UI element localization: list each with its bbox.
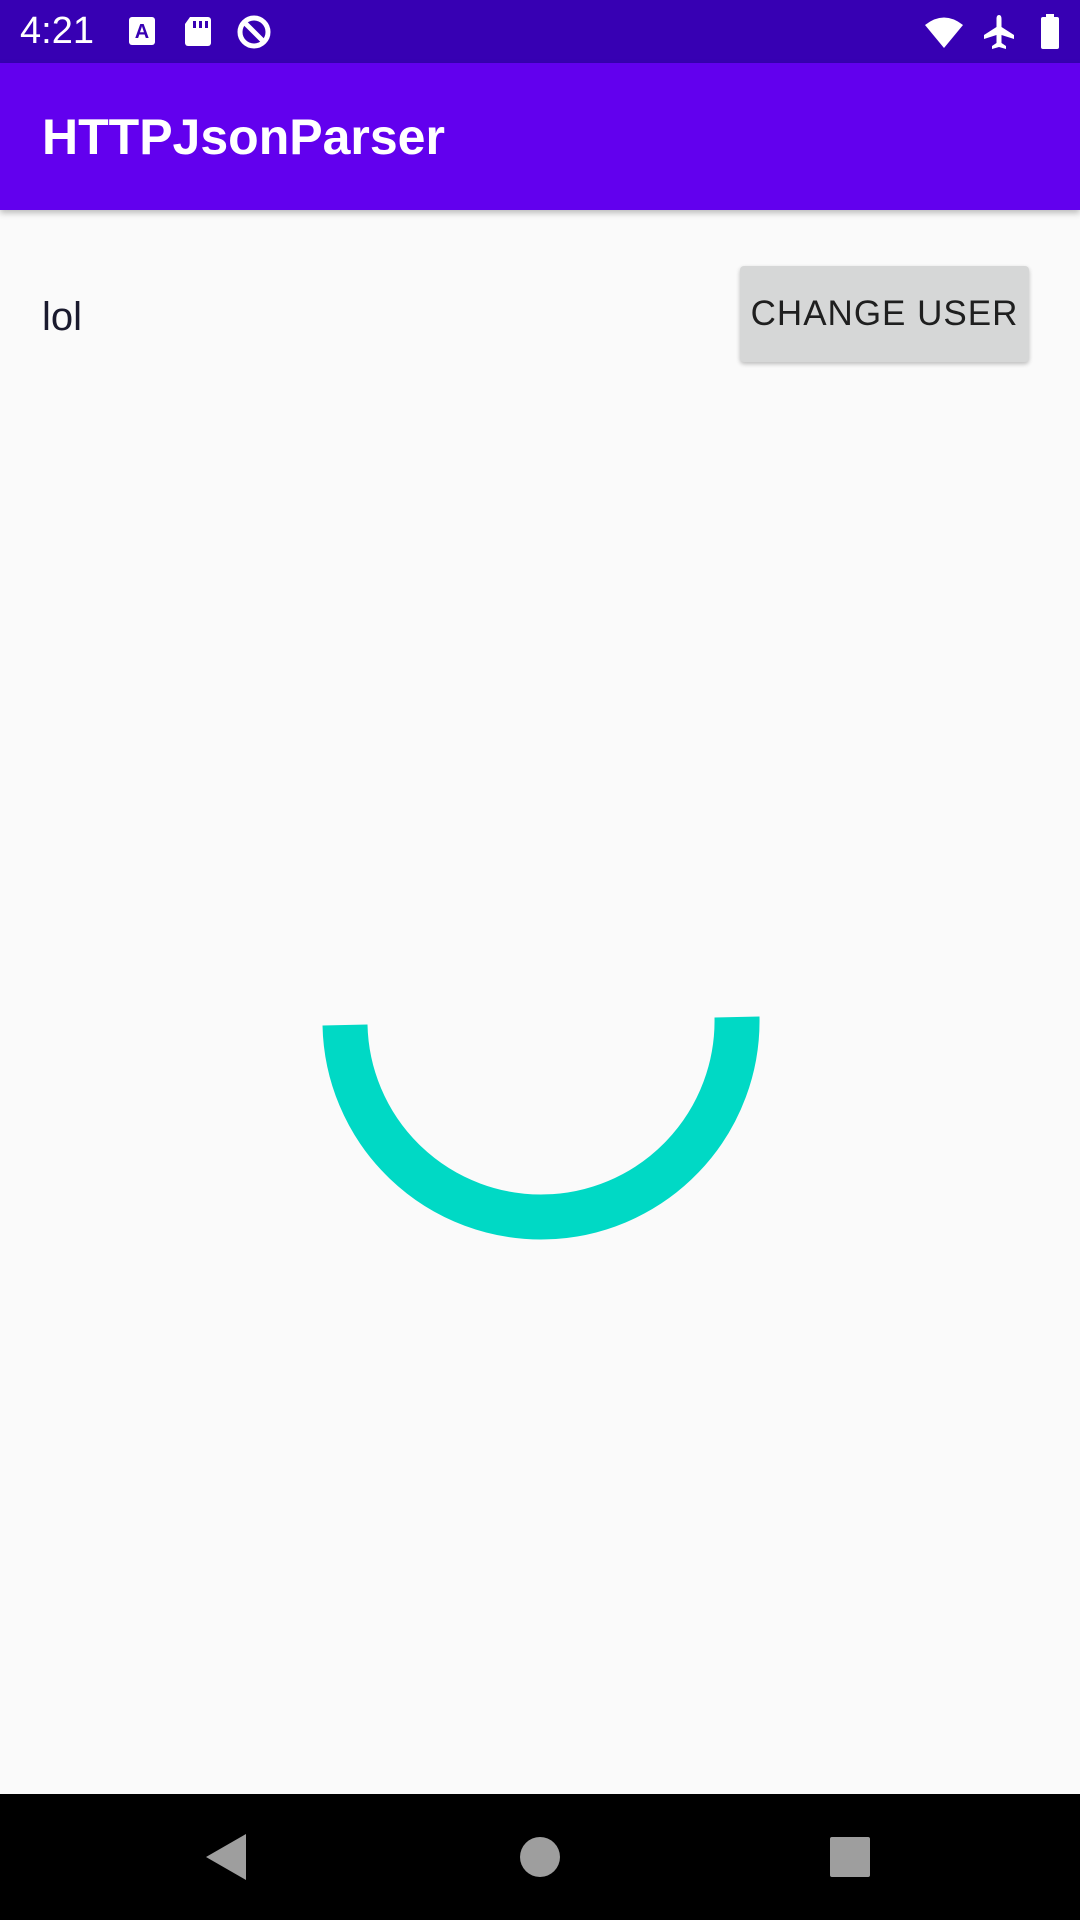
change-user-button[interactable]: CHANGE USER	[740, 266, 1029, 362]
wifi-icon	[925, 17, 963, 48]
airplane-mode-icon	[984, 15, 1014, 49]
text-a-notification-icon: A	[129, 17, 155, 45]
battery-icon	[1041, 14, 1059, 49]
user-text: lol	[42, 295, 83, 339]
status-bar: 4:21 A	[0, 0, 1080, 63]
recents-icon[interactable]	[820, 1827, 880, 1887]
app-title: HTTPJsonParser	[42, 109, 445, 165]
status-time: 4:21	[20, 10, 94, 52]
sd-card-icon	[185, 17, 211, 46]
spinner-arc	[322, 1016, 760, 1240]
svg-text:A: A	[135, 21, 149, 43]
app-bar: HTTPJsonParser	[0, 63, 1080, 210]
home-icon[interactable]	[510, 1827, 570, 1887]
data-saver-icon	[237, 15, 271, 49]
back-icon[interactable]	[196, 1827, 256, 1887]
loading-spinner	[322, 1016, 760, 1240]
app-screen: 4:21 A HTTPJsonParser lol CHANGE USER	[0, 0, 1080, 1920]
navigation-bar	[0, 1794, 1080, 1920]
